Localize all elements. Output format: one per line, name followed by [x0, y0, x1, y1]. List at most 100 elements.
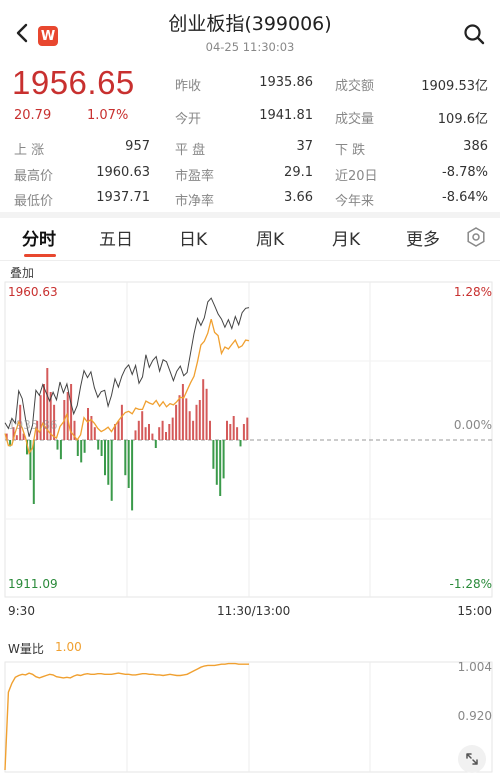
volume-bar [56, 440, 59, 450]
stat-value: 1960.63 [96, 165, 150, 180]
volume-bar [134, 430, 137, 440]
wratio-label: W量比 [8, 642, 44, 656]
index-price-line [4, 297, 250, 437]
stat-label: 今开 [175, 112, 202, 127]
tab-monthly-k[interactable]: 月K [332, 225, 360, 250]
volume-bar [141, 411, 144, 440]
header: W 创业板指(399006) 04-25 11:30:03 [0, 0, 500, 62]
time-mid-label: 11:30/13:00 [217, 604, 291, 618]
volume-bar [239, 440, 242, 447]
volume-bar [246, 417, 249, 440]
timestamp: 04-25 11:30:03 [205, 40, 295, 54]
stat-label: 近20日 [335, 169, 378, 184]
volume-bar [26, 440, 28, 455]
settings-icon[interactable] [465, 226, 487, 248]
volume-bar [202, 379, 205, 440]
volume-bar [161, 420, 164, 440]
volume-bar [137, 420, 140, 440]
volume-bar [59, 440, 62, 460]
volume-bar [104, 440, 106, 476]
volume-bar [229, 424, 232, 440]
volume-bar [80, 440, 83, 463]
volume-bar [15, 435, 18, 440]
price-change-pct: 1.07% [87, 108, 129, 123]
wratio-line [4, 662, 249, 771]
stat-value: 386 [463, 139, 488, 154]
volume-bar [144, 427, 147, 440]
stat-value: 1941.81 [259, 108, 313, 123]
price-low-label: 1911.09 [8, 577, 58, 591]
volume-bar [192, 420, 195, 440]
stat-label: 市净率 [175, 194, 215, 209]
volume-bar [93, 427, 96, 440]
volume-bar [63, 400, 66, 440]
volume-bar [198, 400, 201, 440]
volume-bar [83, 440, 86, 453]
volume-bar [212, 440, 215, 469]
volume-bar [232, 416, 235, 440]
volume-bar [185, 398, 188, 440]
volume-bar [32, 440, 35, 504]
volume-bar [205, 388, 208, 440]
stat-value: 1935.86 [259, 75, 313, 90]
pct-high-label: 1.28% [453, 285, 492, 299]
price-change: 20.79 [14, 108, 52, 123]
volume-bar [168, 424, 171, 440]
price-high-label: 1960.63 [8, 285, 58, 299]
stat-label: 最高价 [14, 169, 54, 184]
volume-bar [73, 420, 76, 440]
stat-value: -8.64% [442, 190, 488, 205]
volume-bar [66, 392, 69, 440]
stat-value: 1909.53亿 [421, 79, 488, 94]
stat-value: 37 [296, 139, 313, 154]
stat-value: 1937.71 [96, 190, 150, 205]
tab-intraday[interactable]: 分时 [22, 225, 56, 250]
volume-bar [9, 440, 12, 447]
pct-low-label: -1.28% [449, 577, 492, 591]
tab-more[interactable]: 更多 [406, 225, 440, 250]
volume-bar [76, 440, 79, 456]
stat-label: 成交额 [335, 79, 375, 94]
search-icon[interactable] [462, 22, 486, 46]
wratio-value: 1.00 [55, 640, 82, 654]
volume-bar [117, 420, 120, 440]
tab-daily-k[interactable]: 日K [179, 225, 207, 250]
wratio-tick-high: 1.004 [457, 660, 492, 674]
volume-bar [154, 440, 157, 448]
overlay-label[interactable]: 叠加 [10, 264, 34, 281]
stat-label: 平 盘 [175, 143, 206, 158]
volume-bar [5, 433, 8, 440]
volume-bar [236, 427, 239, 440]
stat-label: 上 涨 [14, 143, 45, 158]
expand-button[interactable] [458, 745, 486, 773]
stat-value: 109.6亿 [437, 112, 488, 127]
volume-bar [124, 440, 127, 476]
volume-bar [165, 432, 167, 440]
volume-bar [131, 440, 134, 511]
ref-price-label: 1935.86 [8, 418, 58, 432]
volume-bar [226, 420, 228, 440]
volume-bar [171, 417, 174, 440]
volume-bar [195, 404, 198, 440]
volume-bar [181, 384, 184, 440]
volume-bar [242, 424, 245, 440]
volume-bar [87, 408, 89, 440]
volume-bar [29, 440, 32, 480]
volume-bar [219, 440, 222, 496]
volume-bar [222, 440, 225, 479]
volume-bar [127, 440, 130, 488]
tab-weekly-k[interactable]: 周K [256, 225, 284, 250]
volume-bar [151, 433, 154, 440]
volume-bar [97, 440, 100, 450]
volume-bar [175, 404, 178, 440]
chart-tabs: 分时 五日 日K 周K 月K 更多 [0, 218, 500, 260]
volume-bar [114, 424, 117, 440]
tab-five-day[interactable]: 五日 [99, 225, 133, 250]
volume-bar [120, 404, 123, 440]
volume-bar [90, 416, 93, 440]
volume-bar [158, 427, 161, 440]
time-end-label: 15:00 [457, 604, 492, 618]
volume-bar [188, 411, 191, 440]
stat-value: 3.66 [284, 190, 313, 205]
active-tab-indicator [24, 254, 56, 257]
